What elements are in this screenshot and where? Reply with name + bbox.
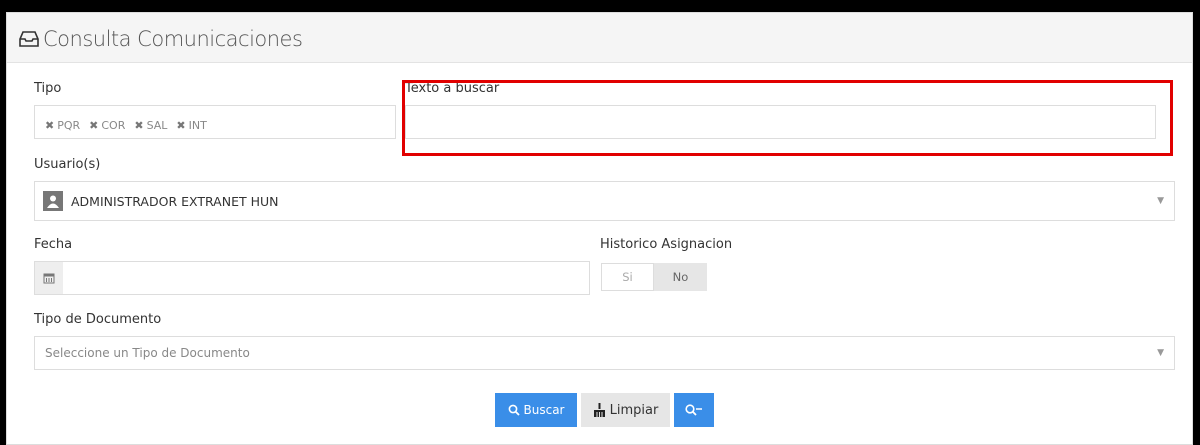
tag-item: ✖ SAL [134, 119, 167, 132]
tag-label: INT [188, 119, 207, 132]
buscar-label: Buscar [523, 403, 565, 417]
page-title-text: Consulta Comunicaciones [43, 27, 303, 51]
limpiar-button[interactable]: Limpiar [581, 393, 670, 427]
page-title: Consulta Comunicaciones [19, 27, 303, 51]
panel-header: Consulta Comunicaciones [7, 13, 1192, 63]
remove-tag-icon[interactable]: ✖ [176, 119, 185, 132]
usuario-select[interactable]: ADMINISTRADOR EXTRANET HUN ▼ [34, 181, 1175, 221]
consulta-panel: Consulta Comunicaciones Tipo ✖ PQR ✖ COR ✖ SA… [6, 12, 1193, 445]
tipo-documento-label: Tipo de Documento [34, 312, 162, 327]
tipo-multiselect[interactable]: ✖ PQR ✖ COR ✖ SAL ✖ INT [34, 105, 396, 139]
tipo-label: Tipo [34, 81, 62, 96]
fecha-label: Fecha [34, 237, 73, 252]
search-advanced-icon [685, 403, 703, 417]
remove-tag-icon[interactable]: ✖ [45, 119, 54, 132]
fecha-field[interactable] [34, 261, 590, 295]
remove-tag-icon[interactable]: ✖ [89, 119, 98, 132]
limpiar-label: Limpiar [609, 402, 659, 418]
user-avatar-icon [43, 191, 63, 211]
buscar-button[interactable]: Buscar [495, 393, 577, 427]
calendar-icon [35, 262, 63, 294]
usuario-label: Usuario(s) [34, 157, 101, 172]
highlight-box [402, 80, 1173, 156]
search-icon [508, 404, 520, 416]
chevron-down-icon: ▼ [1157, 348, 1164, 358]
historico-option-si[interactable]: Si [601, 263, 654, 291]
historico-label: Historico Asignacion [600, 237, 733, 252]
advanced-search-button[interactable] [674, 393, 714, 427]
chevron-down-icon: ▼ [1157, 196, 1164, 206]
broom-icon [593, 403, 606, 417]
tipo-documento-placeholder: Seleccione un Tipo de Documento [45, 346, 250, 360]
historico-toggle[interactable]: Si No [601, 263, 707, 291]
tag-label: COR [101, 119, 126, 132]
inbox-icon [19, 31, 39, 47]
tipo-documento-select[interactable]: Seleccione un Tipo de Documento ▼ [34, 336, 1175, 370]
fecha-input[interactable] [65, 264, 585, 292]
tag-item: ✖ INT [176, 119, 206, 132]
historico-option-no[interactable]: No [654, 263, 707, 291]
usuario-value: ADMINISTRADOR EXTRANET HUN [71, 194, 279, 209]
tag-label: PQR [57, 119, 81, 132]
tag-item: ✖ COR [89, 119, 125, 132]
tag-label: SAL [146, 119, 168, 132]
tag-item: ✖ PQR [45, 119, 80, 132]
remove-tag-icon[interactable]: ✖ [134, 119, 143, 132]
